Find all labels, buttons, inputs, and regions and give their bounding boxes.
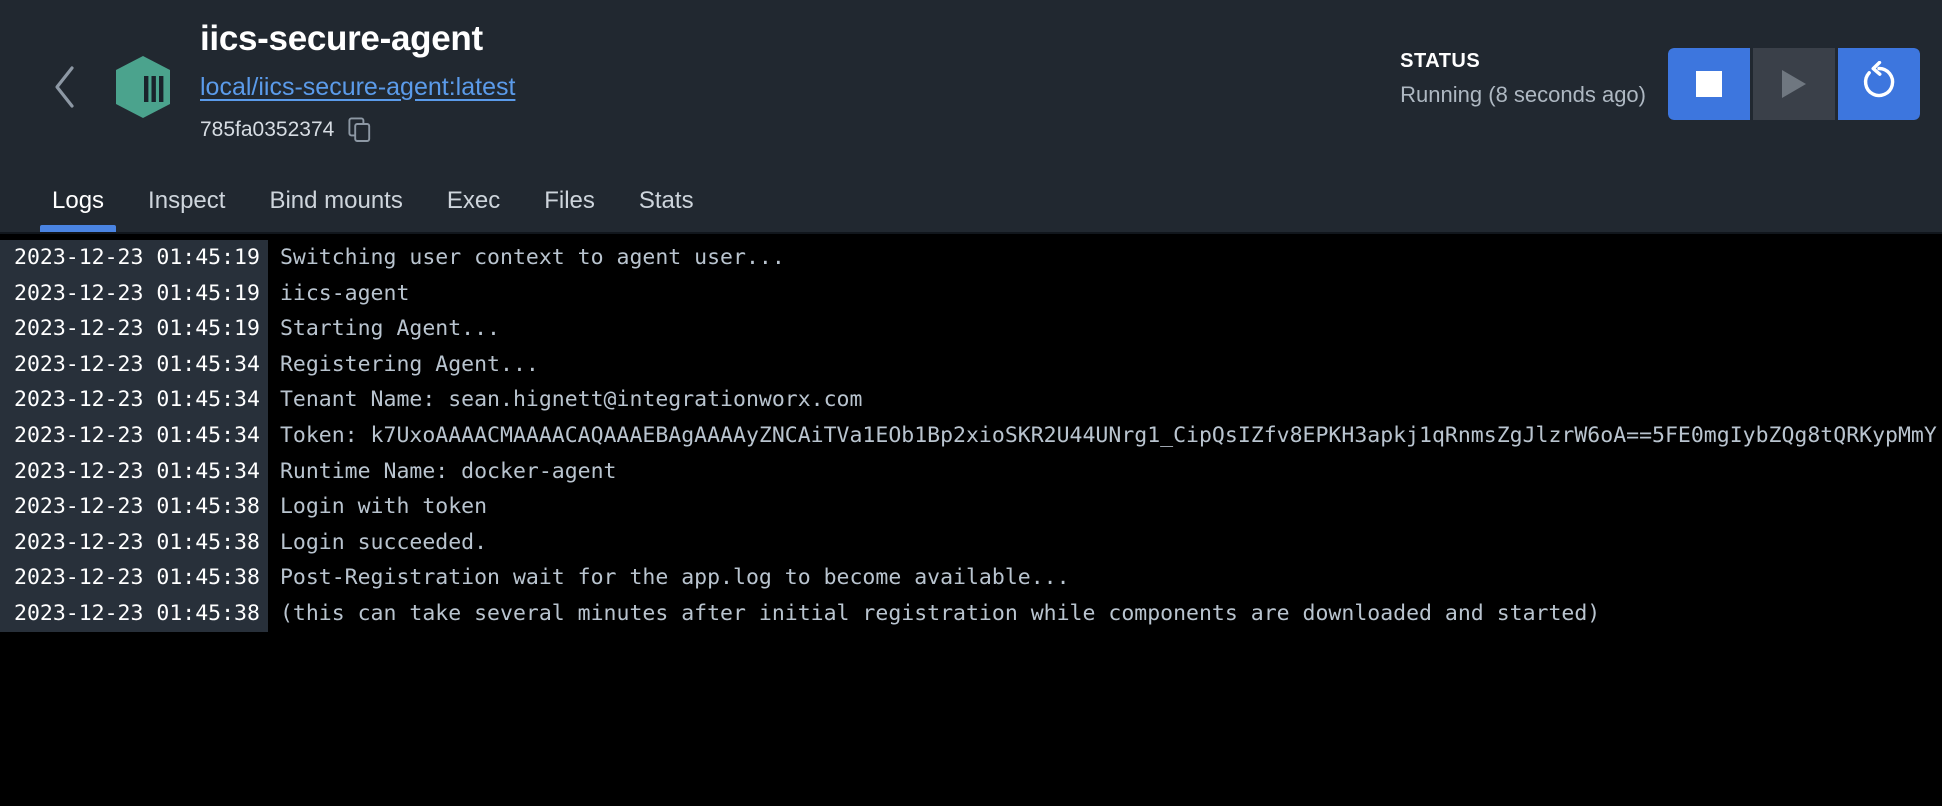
stop-button[interactable]	[1668, 48, 1750, 120]
tab-stats[interactable]: Stats	[617, 170, 716, 232]
log-output-panel[interactable]: 2023-12-23 01:45:19 Switching user contex…	[0, 234, 1942, 806]
log-timestamp: 2023-12-23 01:45:38	[0, 524, 268, 561]
log-timestamp: 2023-12-23 01:45:34	[0, 346, 268, 383]
restart-button[interactable]	[1838, 48, 1920, 120]
container-id: 785fa0352374	[200, 118, 335, 141]
tab-files[interactable]: Files	[522, 170, 617, 232]
log-message: Runtime Name: docker-agent	[279, 458, 617, 484]
log-message: Token: k7UxoAAAACMAAAACAQAAAEBAgAAAAyZNC…	[279, 422, 1937, 448]
tab-label: Inspect	[148, 187, 226, 214]
back-button[interactable]	[34, 56, 96, 118]
tab-label: Stats	[638, 187, 694, 214]
tab-label: Bind mounts	[269, 187, 403, 214]
log-line: 2023-12-23 01:45:38 Post-Registration wai…	[0, 560, 1942, 596]
container-controls	[1668, 48, 1920, 120]
container-hexagon-icon	[108, 52, 178, 122]
container-id-row: 785fa0352374	[200, 117, 515, 143]
log-timestamp: 2023-12-23 01:45:34	[0, 417, 268, 454]
stop-square-icon	[1696, 71, 1722, 97]
log-timestamp: 2023-12-23 01:45:38	[0, 560, 268, 596]
log-line: 2023-12-23 01:45:19 iics-agent	[0, 275, 1942, 312]
tab-label: Files	[544, 187, 595, 214]
log-timestamp: 2023-12-23 01:45:34	[0, 382, 268, 418]
log-line: 2023-12-23 01:45:19 Switching user contex…	[0, 240, 1942, 276]
status-value: Running (8 seconds ago)	[1400, 82, 1646, 107]
log-message: Starting Agent...	[279, 316, 501, 342]
log-timestamp: 2023-12-23 01:45:34	[0, 453, 268, 490]
log-line: 2023-12-23 01:45:38 Login with token	[0, 489, 1942, 525]
play-triangle-icon	[1782, 70, 1806, 98]
log-message: Switching user context to agent user...	[279, 245, 785, 270]
tab-inspect[interactable]: Inspect	[126, 170, 247, 232]
log-timestamp: 2023-12-23 01:45:19	[0, 311, 268, 347]
log-line: 2023-12-23 01:45:34 Tenant Name: sean.hig…	[0, 382, 1942, 418]
log-timestamp: 2023-12-23 01:45:38	[0, 595, 268, 632]
tab-logs[interactable]: Logs	[30, 170, 126, 232]
container-image-link[interactable]: local/iics-secure-agent:latest	[200, 70, 515, 104]
restart-circular-arrow-icon	[1858, 60, 1900, 108]
container-details-page: iics-secure-agent local/iics-secure-agen…	[0, 0, 1942, 806]
log-timestamp: 2023-12-23 01:45:38	[0, 489, 268, 525]
tab-label: Exec	[446, 187, 501, 214]
log-message: Tenant Name: sean.hignett@integrationwor…	[279, 387, 863, 413]
log-message: Login with token	[279, 494, 488, 520]
log-message: Login succeeded.	[279, 529, 488, 555]
log-line: 2023-12-23 01:45:34 Token: k7UxoAAAACMAAA…	[0, 417, 1942, 454]
log-message: Post-Registration wait for the app.log t…	[279, 565, 1070, 591]
status-block: STATUS Running (8 seconds ago)	[1400, 48, 1668, 110]
log-timestamp: 2023-12-23 01:45:19	[0, 275, 268, 312]
log-line: 2023-12-23 01:45:34 Runtime Name: docker-…	[0, 453, 1942, 490]
tab-exec[interactable]: Exec	[425, 170, 522, 232]
log-line: 2023-12-23 01:45:19 Starting Agent...	[0, 311, 1942, 347]
start-button[interactable]	[1753, 48, 1835, 120]
tab-label: Logs	[52, 187, 105, 214]
log-line: 2023-12-23 01:45:34 Registering Agent...	[0, 346, 1942, 383]
tab-bind-mounts[interactable]: Bind mounts	[247, 170, 424, 232]
log-message: iics-agent	[279, 280, 410, 306]
log-timestamp: 2023-12-23 01:45:19	[0, 240, 268, 276]
page-header: iics-secure-agent local/iics-secure-agen…	[0, 0, 1942, 170]
log-message: Registering Agent...	[279, 351, 539, 377]
container-title-block: iics-secure-agent local/iics-secure-agen…	[200, 10, 515, 143]
chevron-left-icon	[50, 64, 80, 110]
log-line: 2023-12-23 01:45:38 (this can take severa…	[0, 595, 1942, 632]
log-line: 2023-12-23 01:45:38 Login succeeded.	[0, 524, 1942, 561]
log-message: (this can take several minutes after ini…	[279, 600, 1601, 626]
copy-icon[interactable]	[348, 117, 372, 143]
status-label: STATUS	[1400, 50, 1481, 72]
tab-bar: Logs Inspect Bind mounts Exec Files Stat…	[0, 170, 1942, 234]
page-title: iics-secure-agent	[200, 19, 483, 58]
